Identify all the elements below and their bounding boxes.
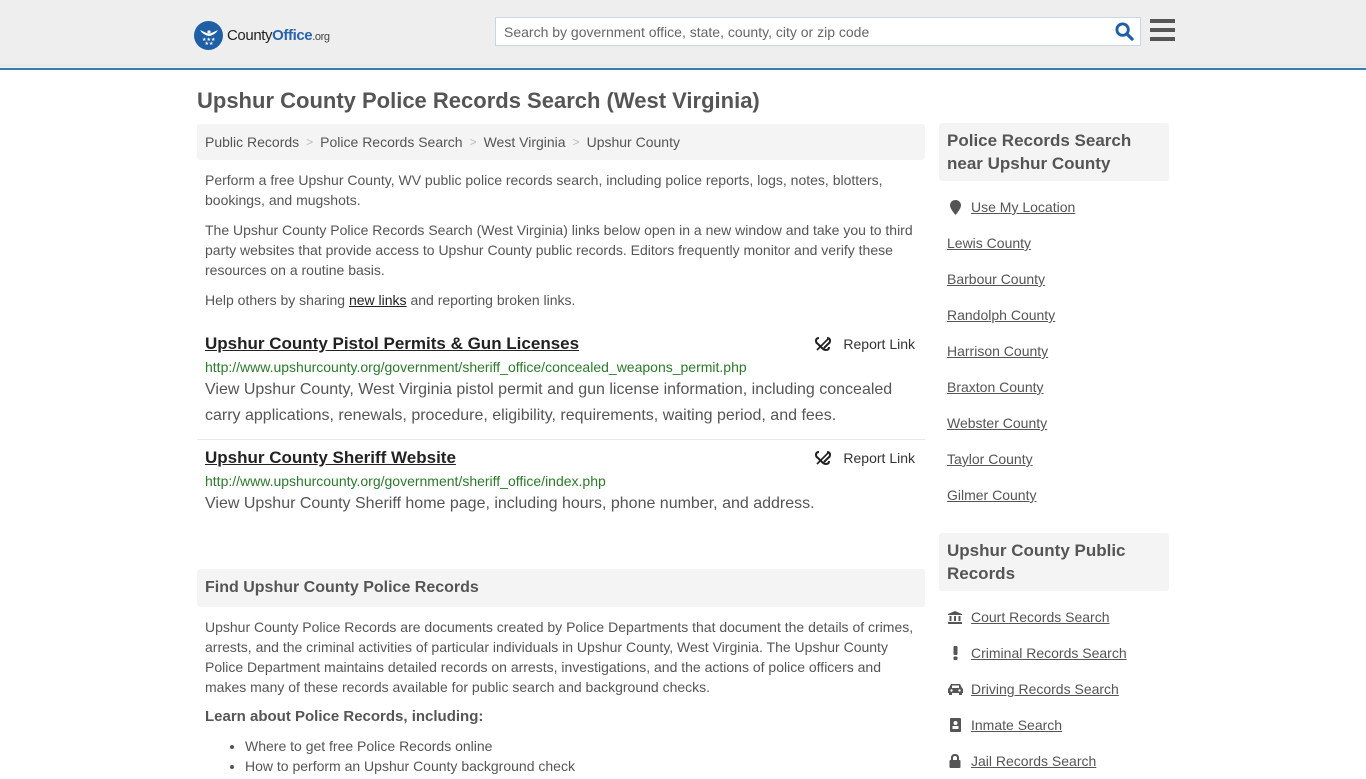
search-button[interactable] [1108, 18, 1140, 45]
use-my-location-link[interactable]: Use My Location [971, 199, 1075, 215]
nearby-county-item: Barbour County [947, 261, 1161, 297]
court-records-link[interactable]: Court Records Search [971, 609, 1110, 625]
nearby-list: Use My Location Lewis County Barbour Cou… [939, 181, 1169, 513]
report-link-button[interactable]: Report Link [815, 336, 915, 352]
learn-about-list: Where to get free Police Records online … [205, 736, 917, 776]
result-url: http://www.upshurcounty.org/government/s… [205, 359, 747, 375]
breadcrumb-separator-icon: > [572, 135, 580, 149]
public-records-item: Inmate Search [947, 707, 1161, 743]
use-my-location-item: Use My Location [947, 189, 1161, 225]
report-link-label: Report Link [843, 450, 915, 466]
find-records-paragraph: Upshur County Police Records are documen… [205, 619, 914, 695]
public-records-item: Court Records Search [947, 599, 1161, 635]
find-records-heading: Find Upshur County Police Records [197, 569, 925, 607]
nearby-county-link[interactable]: Braxton County [947, 379, 1044, 395]
hamburger-menu-icon-bar [1150, 19, 1175, 23]
result-title-link[interactable]: Upshur County Sheriff Website [205, 448, 456, 468]
nearby-county-item: Taylor County [947, 441, 1161, 477]
breadcrumb-separator-icon: > [306, 135, 314, 149]
nearby-county-link[interactable]: Harrison County [947, 343, 1048, 359]
hamburger-menu-button[interactable] [1150, 19, 1175, 41]
svg-text:★★: ★★ [204, 41, 213, 46]
exclamation-icon [947, 646, 963, 660]
site-header: ★★★ ★★ CountyOffice.org [0, 0, 1366, 70]
map-marker-icon [947, 199, 963, 215]
jail-records-link[interactable]: Jail Records Search [971, 753, 1096, 769]
eagle-stars-logo-icon: ★★★ ★★ [194, 20, 223, 50]
nearby-county-link[interactable]: Taylor County [947, 451, 1033, 467]
sidebar: Police Records Search near Upshur County… [939, 123, 1169, 779]
public-records-item: Driving Records Search [947, 671, 1161, 707]
nearby-county-link[interactable]: Lewis County [947, 235, 1031, 251]
intro-paragraph-3: Help others by sharing new links and rep… [205, 290, 917, 310]
broken-link-icon [815, 451, 832, 466]
intro-paragraph-2: The Upshur County Police Records Search … [205, 222, 913, 278]
intro-text: Perform a free Upshur County, WV public … [197, 170, 925, 310]
driving-records-link[interactable]: Driving Records Search [971, 681, 1119, 697]
logo-wordmark: CountyOffice.org [227, 27, 330, 44]
nearby-county-link[interactable]: Gilmer County [947, 487, 1036, 503]
page-title: Upshur County Police Records Search (Wes… [197, 88, 760, 113]
search-input[interactable] [496, 18, 1108, 45]
breadcrumb-upshur-county[interactable]: Upshur County [587, 134, 680, 150]
result-item: Upshur County Sheriff Website Report Lin… [197, 440, 925, 527]
nearby-county-link[interactable]: Barbour County [947, 271, 1045, 287]
nearby-county-item: Lewis County [947, 225, 1161, 261]
broken-link-icon [815, 337, 832, 352]
nearby-county-link[interactable]: Webster County [947, 415, 1047, 431]
public-records-heading: Upshur County Public Records [939, 533, 1169, 591]
breadcrumb-police-records-search[interactable]: Police Records Search [320, 134, 462, 150]
list-item: Where to get free Police Records online [245, 736, 917, 756]
nearby-heading: Police Records Search near Upshur County [939, 123, 1169, 181]
list-item: How to perform an Upshur County backgrou… [245, 756, 917, 776]
logo-county: County [227, 26, 273, 44]
main-content: Public Records > Police Records Search >… [197, 124, 925, 776]
public-records-item: Jail Records Search [947, 743, 1161, 779]
criminal-records-link[interactable]: Criminal Records Search [971, 645, 1127, 661]
public-records-list: Court Records Search Criminal Records Se… [939, 591, 1169, 779]
breadcrumb-west-virginia[interactable]: West Virginia [484, 134, 566, 150]
courthouse-icon [947, 610, 963, 624]
hamburger-menu-icon-bar [1150, 28, 1175, 32]
report-link-button[interactable]: Report Link [815, 450, 915, 466]
site-logo[interactable]: ★★★ ★★ CountyOffice.org [194, 20, 330, 50]
result-url: http://www.upshurcounty.org/government/s… [205, 473, 606, 489]
nearby-county-item: Harrison County [947, 333, 1161, 369]
find-records-body: Upshur County Police Records are documen… [197, 617, 925, 776]
breadcrumb-public-records[interactable]: Public Records [205, 134, 299, 150]
header-divider [0, 65, 1366, 66]
search-bar [495, 17, 1141, 46]
new-links-link[interactable]: new links [349, 292, 407, 308]
breadcrumb: Public Records > Police Records Search >… [197, 124, 925, 160]
logo-office: Office [272, 26, 313, 44]
nearby-county-item: Braxton County [947, 369, 1161, 405]
public-records-item: Criminal Records Search [947, 635, 1161, 671]
breadcrumb-separator-icon: > [469, 135, 477, 149]
intro-paragraph-1: Perform a free Upshur County, WV public … [205, 172, 883, 208]
nearby-county-item: Randolph County [947, 297, 1161, 333]
logo-org: .org [312, 30, 330, 43]
id-badge-icon [947, 718, 963, 732]
inmate-search-link[interactable]: Inmate Search [971, 717, 1062, 733]
nearby-county-item: Gilmer County [947, 477, 1161, 513]
learn-about-heading: Learn about Police Records, including: [205, 708, 484, 725]
lock-icon [947, 754, 963, 768]
result-description: View Upshur County, West Virginia pistol… [205, 381, 893, 424]
result-item: Upshur County Pistol Permits & Gun Licen… [197, 326, 925, 440]
car-icon [947, 683, 963, 695]
hamburger-menu-icon-bar [1150, 37, 1175, 41]
result-description: View Upshur County Sheriff home page, in… [205, 495, 815, 512]
nearby-county-link[interactable]: Randolph County [947, 307, 1055, 323]
result-title-link[interactable]: Upshur County Pistol Permits & Gun Licen… [205, 334, 579, 354]
intro-p3-text: Help others by sharing [205, 292, 349, 308]
search-icon [1114, 22, 1134, 41]
nearby-county-item: Webster County [947, 405, 1161, 441]
intro-p3-text: and reporting broken links. [406, 292, 576, 308]
report-link-label: Report Link [843, 336, 915, 352]
